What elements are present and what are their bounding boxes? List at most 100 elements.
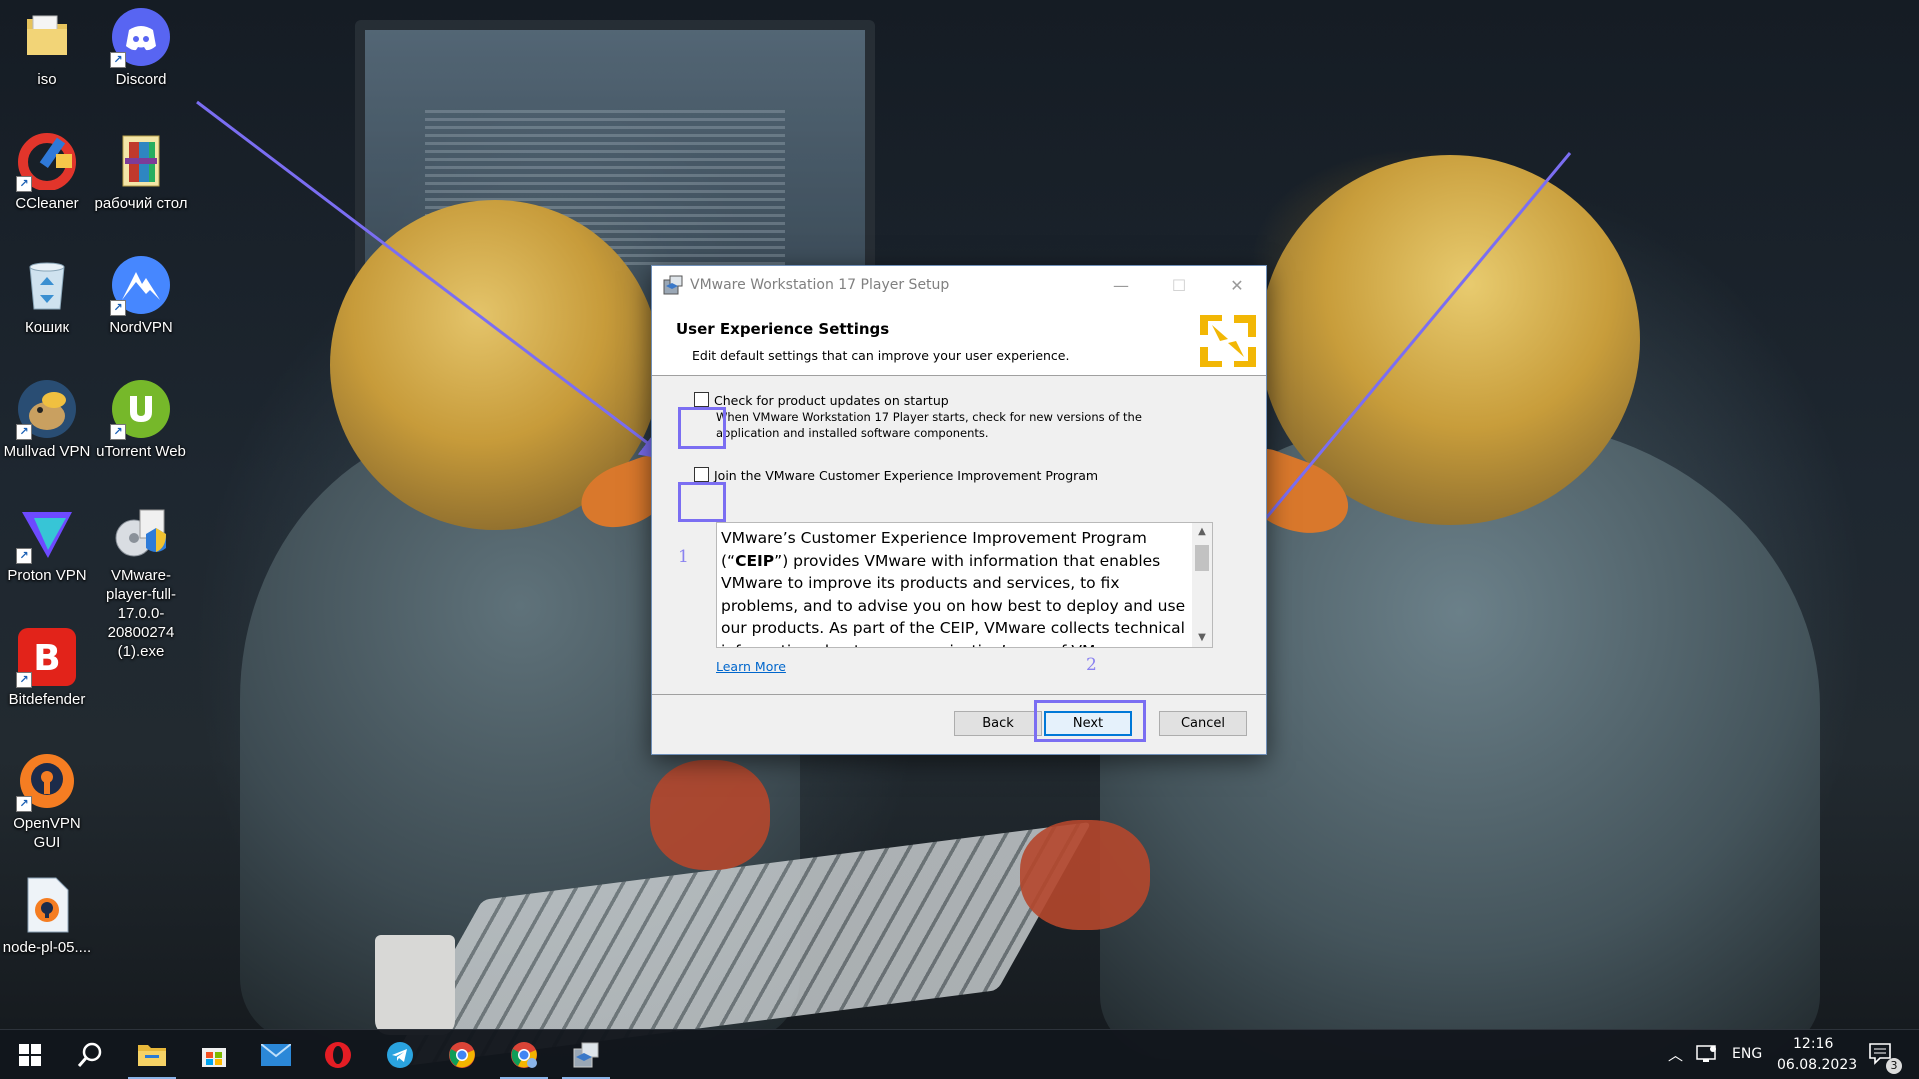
cancel-button[interactable]: Cancel bbox=[1159, 711, 1247, 736]
ceip-scrollbar[interactable]: ▲ ▼ bbox=[1192, 523, 1212, 647]
desktop-icon-label: node-pl-05.... bbox=[2, 939, 92, 956]
desktop-icon-mullvad[interactable]: ↗ Mullvad VPN bbox=[0, 372, 94, 461]
discord-icon: ↗ bbox=[110, 8, 170, 68]
shortcut-arrow-icon: ↗ bbox=[110, 52, 126, 68]
search-icon[interactable] bbox=[60, 1030, 120, 1079]
openvpn-icon: ↗ bbox=[16, 752, 76, 812]
scroll-up-icon[interactable]: ▲ bbox=[1192, 523, 1212, 541]
desktop-icon-area: iso ↗ Discord ↗ CCleaner рабочий стол Ко… bbox=[0, 0, 200, 1030]
shortcut-arrow-icon: ↗ bbox=[110, 424, 126, 440]
scroll-down-icon[interactable]: ▼ bbox=[1192, 629, 1212, 647]
bitdefender-icon: B ↗ bbox=[16, 628, 76, 688]
ceip-label[interactable]: Join the VMware Customer Experience Impr… bbox=[714, 468, 1098, 483]
file-explorer-icon[interactable] bbox=[122, 1030, 182, 1079]
chrome-profile-icon[interactable] bbox=[494, 1030, 554, 1079]
mail-icon[interactable] bbox=[246, 1030, 306, 1079]
language-indicator[interactable]: ENG bbox=[1732, 1046, 1762, 1062]
chrome-icon[interactable] bbox=[432, 1030, 492, 1079]
installer-icon bbox=[112, 504, 170, 562]
svg-text:B: B bbox=[33, 638, 60, 679]
vmware-logo-icon bbox=[1198, 311, 1258, 371]
scroll-thumb[interactable] bbox=[1195, 545, 1209, 571]
wallpaper-duck-right-head bbox=[1260, 155, 1640, 525]
desktop-icon-archive[interactable]: рабочий стол bbox=[94, 124, 188, 213]
notifications-count-badge: 3 bbox=[1886, 1058, 1902, 1074]
dialog-header: User Experience Settings Edit default se… bbox=[652, 304, 1266, 376]
desktop-icon-label: OpenVPN GUI bbox=[13, 815, 81, 851]
dialog-titlebar[interactable]: VMware Workstation 17 Player Setup — ☐ ✕ bbox=[652, 266, 1266, 304]
learn-more-link[interactable]: Learn More bbox=[716, 659, 786, 674]
desktop-icon-bitdefender[interactable]: B ↗ Bitdefender bbox=[0, 620, 94, 709]
folder-icon bbox=[18, 8, 76, 66]
telegram-icon[interactable] bbox=[370, 1030, 430, 1079]
ceip-checkbox[interactable] bbox=[694, 467, 709, 482]
desktop-icon-label: Proton VPN bbox=[7, 567, 87, 584]
ceip-description: VMware’s Customer Experience Improvement… bbox=[721, 527, 1187, 648]
wallpaper-glove-left bbox=[650, 760, 770, 870]
nordvpn-icon: ↗ bbox=[110, 256, 170, 316]
shortcut-arrow-icon: ↗ bbox=[16, 424, 32, 440]
ceip-text-bold: CEIP bbox=[735, 551, 775, 570]
maximize-button: ☐ bbox=[1171, 275, 1187, 295]
desktop-icon-nordvpn[interactable]: ↗ NordVPN bbox=[94, 248, 188, 337]
close-button[interactable]: ✕ bbox=[1208, 266, 1266, 304]
opera-icon[interactable] bbox=[308, 1030, 368, 1079]
vmware-setup-icon bbox=[662, 274, 684, 296]
desktop-icon-label: iso bbox=[37, 71, 57, 88]
shortcut-arrow-icon: ↗ bbox=[16, 176, 32, 192]
desktop-icon-label: VMware-player-full-17.0.0-20800274 (1).e… bbox=[105, 567, 177, 660]
product-updates-label[interactable]: Check for product updates on startup bbox=[714, 393, 949, 408]
taskbar: ︿ ENG 12:16 06.08.2023 3 bbox=[0, 1029, 1919, 1079]
desktop-icon-label: Bitdefender bbox=[8, 691, 86, 708]
desktop-icon-node-config[interactable]: node-pl-05.... bbox=[0, 868, 94, 957]
desktop-icon-label: NordVPN bbox=[109, 319, 173, 336]
annotation-arrow-1 bbox=[196, 100, 671, 461]
desktop-icon-label: Discord bbox=[115, 71, 167, 88]
desktop-icon-discord[interactable]: ↗ Discord bbox=[94, 0, 188, 89]
desktop-icon-label: Кошик bbox=[24, 319, 70, 336]
tray-overflow-chevron-icon[interactable]: ︿ bbox=[1668, 1044, 1683, 1065]
wallpaper-duck-left-head bbox=[330, 200, 660, 530]
back-button[interactable]: Back bbox=[954, 711, 1042, 736]
product-updates-checkbox[interactable] bbox=[694, 392, 709, 407]
recycle-bin-icon bbox=[18, 256, 76, 314]
minimize-button[interactable]: — bbox=[1092, 266, 1150, 304]
clock-date[interactable]: 06.08.2023 bbox=[1777, 1057, 1857, 1073]
desktop-icon-openvpn[interactable]: ↗ OpenVPN GUI bbox=[0, 744, 94, 852]
shortcut-arrow-icon: ↗ bbox=[16, 548, 32, 564]
page-title: User Experience Settings bbox=[676, 320, 890, 338]
product-updates-description: When VMware Workstation 17 Player starts… bbox=[716, 409, 1142, 441]
vpn-config-file-icon bbox=[18, 876, 76, 934]
desktop-icon-protonvpn[interactable]: ↗ Proton VPN bbox=[0, 496, 94, 585]
shortcut-arrow-icon: ↗ bbox=[16, 672, 32, 688]
desktop-icon-label: uTorrent Web bbox=[96, 443, 186, 460]
page-subtitle: Edit default settings that can improve y… bbox=[692, 348, 1070, 363]
mullvad-icon: ↗ bbox=[16, 380, 76, 440]
desktop-icon-label: Mullvad VPN bbox=[3, 443, 91, 460]
desktop-icon-vmware-installer[interactable]: VMware-player-full-17.0.0-20800274 (1).e… bbox=[94, 496, 188, 661]
ceip-text-box[interactable]: VMware’s Customer Experience Improvement… bbox=[716, 522, 1213, 648]
desktop-icon-iso[interactable]: iso bbox=[0, 0, 94, 89]
vmware-setup-dialog: VMware Workstation 17 Player Setup — ☐ ✕… bbox=[651, 265, 1267, 755]
ceip-text-part-2: ”) provides VMware with information that… bbox=[721, 551, 1186, 648]
desktop-icon-label: CCleaner bbox=[15, 195, 79, 212]
archive-icon bbox=[112, 132, 170, 190]
footer-divider bbox=[652, 694, 1266, 695]
utorrent-icon: ↗ bbox=[110, 380, 170, 440]
product-updates-desc-line-2: application and installed software compo… bbox=[716, 426, 989, 440]
next-button[interactable]: Next bbox=[1044, 711, 1132, 736]
vmware-setup-taskbar-icon[interactable] bbox=[556, 1030, 616, 1079]
microsoft-store-icon[interactable] bbox=[184, 1030, 244, 1079]
desktop-icon-ccleaner[interactable]: ↗ CCleaner bbox=[0, 124, 94, 213]
wallpaper-glove-right bbox=[1020, 820, 1150, 930]
desktop-icon-utorrent[interactable]: ↗ uTorrent Web bbox=[94, 372, 188, 461]
clock-time[interactable]: 12:16 bbox=[1793, 1036, 1833, 1052]
desktop-icon-label: рабочий стол bbox=[94, 195, 188, 212]
windows-start-icon[interactable] bbox=[0, 1030, 60, 1079]
network-icon[interactable] bbox=[1696, 1044, 1718, 1069]
shortcut-arrow-icon: ↗ bbox=[16, 796, 32, 812]
wallpaper-cup bbox=[375, 935, 455, 1035]
shortcut-arrow-icon: ↗ bbox=[110, 300, 126, 316]
product-updates-desc-line-1: When VMware Workstation 17 Player starts… bbox=[716, 410, 1142, 424]
desktop-icon-recycle-bin[interactable]: Кошик bbox=[0, 248, 94, 337]
